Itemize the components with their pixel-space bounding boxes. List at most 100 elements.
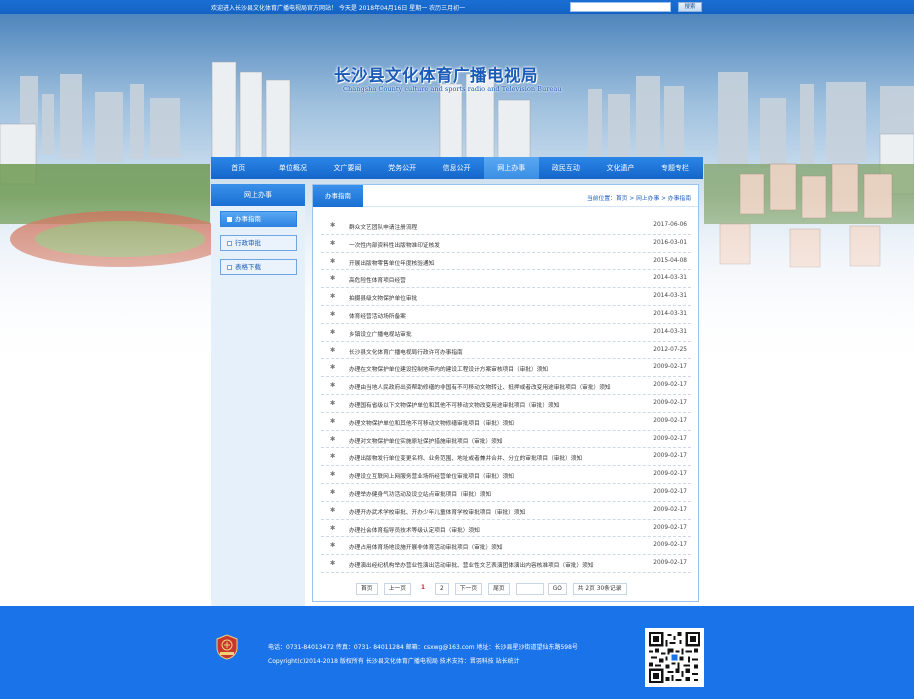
- nav-item-6[interactable]: 政民互动: [539, 157, 594, 179]
- asterisk-icon: ✱: [330, 434, 336, 443]
- nav-item-0[interactable]: 首页: [211, 157, 266, 179]
- list-item-title[interactable]: 一次性内部资料性出版物准印证核发: [349, 240, 637, 249]
- nav-item-5[interactable]: 网上办事: [483, 157, 539, 179]
- sidebar: 网上办事 办事指南 行政审批 表格下载: [211, 184, 305, 606]
- first-page-button[interactable]: 首页: [356, 582, 378, 595]
- go-button[interactable]: GO: [547, 582, 567, 595]
- list-item[interactable]: ✱ 办理在文物保护单位建设控制地带内的建设工程设计方案审核项目（审批）须知 2009…: [321, 359, 691, 378]
- list-item[interactable]: ✱ 办理举办健身气功活动及设立站点审批项目（审批）须知 2009-02-17: [321, 484, 691, 502]
- list-item[interactable]: ✱ 办理开办武术学校审批、开办少年儿童体育学校审批项目（审批）须知 2009-02-…: [321, 502, 691, 520]
- nav-item-4[interactable]: 信息公开: [429, 157, 484, 179]
- sidebar-item-label: 表格下载: [235, 263, 261, 271]
- asterisk-icon: ✱: [330, 256, 336, 265]
- square-icon: [227, 264, 232, 270]
- list-item-title[interactable]: 办理对文物保护单位实施原址保护措施审批项目（审批）须知: [349, 436, 637, 445]
- next-page-button[interactable]: 下一页: [454, 582, 483, 595]
- list-item[interactable]: ✱ 办理对文物保护单位实施原址保护措施审批项目（审批）须知 2009-02-17: [321, 431, 691, 449]
- list-item-title[interactable]: 开展出版物零售单位年度核验通知: [349, 258, 637, 267]
- welcome-text: 欢迎进入长沙县文化体育广播电视局官方网站！ 今天是 2018年04月16日 星期…: [211, 5, 466, 12]
- list-item-title[interactable]: 办理举办健身气功活动及设立站点审批项目（审批）须知: [349, 489, 637, 498]
- list-item-date: 2009-02-17: [653, 542, 687, 549]
- list-item-title[interactable]: 办理演出经纪机构举办营业性演出活动审批、营业性文艺表演团体演出内容核准项目（审批…: [349, 560, 637, 569]
- list-item[interactable]: ✱ 长沙县文化体育广播电视局行政许可办事指南 2012-07-25: [321, 342, 691, 360]
- list-item-date: 2009-02-17: [653, 364, 687, 371]
- content-header: 办事指南 当前位置：首页 > 网上办事 > 办事指南: [313, 185, 698, 207]
- asterisk-icon: ✱: [330, 505, 336, 514]
- list-item[interactable]: ✱ 群众文艺团队申请注册流程 2017-06-06: [321, 217, 691, 235]
- list-item-title[interactable]: 办理在文物保护单位建设控制地带内的建设工程设计方案审核项目（审批）须知: [349, 364, 637, 373]
- list-item-title[interactable]: 体育经营活动场所备案: [349, 311, 637, 320]
- list-item-title[interactable]: 办理由当地人民政府出资帮助修缮的非国有不可移动文物转让、抵押或者改变用途审批项目…: [349, 382, 637, 391]
- asterisk-icon: ✱: [330, 292, 336, 301]
- list-item-title[interactable]: 办理出版物发行单位变更名称、业务范围、地址或者兼并合并、分立的审批项目（审批）须…: [349, 453, 637, 462]
- prev-page-button[interactable]: 上一页: [383, 582, 412, 595]
- sidebar-item-label: 办事指南: [235, 215, 261, 223]
- asterisk-icon: ✱: [330, 523, 336, 532]
- list-item-title[interactable]: 办理设立互联网上网服务营业场所经营单位审批项目（审批）须知: [349, 471, 637, 480]
- asterisk-icon: ✱: [330, 238, 336, 247]
- site-subtitle: Changsha County culture and sports radio…: [343, 85, 562, 93]
- list-item[interactable]: ✱ 办理占用体育场地设施开展非体育活动审批项目（审批）须知 2009-02-17: [321, 537, 691, 556]
- list-item-date: 2014-03-31: [653, 328, 687, 335]
- nav-item-3[interactable]: 党务公开: [375, 157, 430, 179]
- qr-code-icon: [645, 628, 704, 687]
- list-item[interactable]: ✱ 办理社会体育指导员技术等级认定项目（审批）须知 2009-02-17: [321, 520, 691, 538]
- sidebar-item-forms[interactable]: 表格下载: [220, 259, 297, 275]
- list-item-title[interactable]: 群众文艺团队申请注册流程: [349, 222, 637, 231]
- list-item[interactable]: ✱ 办理设立互联网上网服务营业场所经营单位审批项目（审批）须知 2009-02-17: [321, 466, 691, 484]
- list-item[interactable]: ✱ 拍摄县级文物保护单位审批 2014-03-31: [321, 288, 691, 306]
- list-item[interactable]: ✱ 乡镇设立广播电视站审批 2014-03-31: [321, 324, 691, 342]
- page-1-link[interactable]: 1: [417, 582, 430, 595]
- pagination: 首页 上一页 1 2 下一页 尾页 GO 共 2页 30条记录: [356, 582, 633, 595]
- content-panel: 办事指南 当前位置：首页 > 网上办事 > 办事指南 ✱ 群众文艺团队申请注册流程…: [312, 184, 699, 602]
- list-item[interactable]: ✱ 办理国有省级以下文物保护单位和其他不可移动文物改变用途审批项目（审批）须知 20…: [321, 395, 691, 413]
- nav-item-2[interactable]: 文广要闻: [320, 157, 375, 179]
- asterisk-icon: ✱: [330, 363, 336, 372]
- list-item[interactable]: ✱ 办理由当地人民政府出资帮助修缮的非国有不可移动文物转让、抵押或者改变用途审批项…: [321, 377, 691, 395]
- list-item-title[interactable]: 办理占用体育场地设施开展非体育活动审批项目（审批）须知: [349, 542, 637, 551]
- list-item-title[interactable]: 办理国有省级以下文物保护单位和其他不可移动文物改变用途审批项目（审批）须知: [349, 400, 637, 409]
- government-emblem-icon: [216, 634, 238, 660]
- list-item-date: 2014-03-31: [653, 275, 687, 282]
- asterisk-icon: ✱: [330, 470, 336, 479]
- content-tab: 办事指南: [313, 185, 363, 207]
- list-item[interactable]: ✱ 开展出版物零售单位年度核验通知 2015-04-08: [321, 253, 691, 271]
- list-item-date: 2014-03-31: [653, 293, 687, 300]
- list-item-date: 2009-02-17: [653, 435, 687, 442]
- sidebar-item-approval[interactable]: 行政审批: [220, 235, 297, 251]
- list-item-title[interactable]: 办理开办武术学校审批、开办少年儿童体育学校审批项目（审批）须知: [349, 507, 637, 516]
- list-item[interactable]: ✱ 一次性内部资料性出版物准印证核发 2016-03-01: [321, 235, 691, 253]
- asterisk-icon: ✱: [330, 309, 336, 318]
- page-summary: 共 2页 30条记录: [572, 582, 627, 595]
- list-item-title[interactable]: 乡镇设立广播电视站审批: [349, 329, 637, 338]
- list-item-title[interactable]: 长沙县文化体育广播电视局行政许可办事指南: [349, 347, 637, 356]
- list-item-date: 2009-02-17: [653, 506, 687, 513]
- list-item[interactable]: ✱ 办理演出经纪机构举办营业性演出活动审批、营业性文艺表演团体演出内容核准项目（审…: [321, 555, 691, 573]
- list-item-date: 2009-02-17: [653, 417, 687, 424]
- breadcrumb[interactable]: 当前位置：首页 > 网上办事 > 办事指南: [587, 193, 691, 202]
- contact-info: 电话：0731-84013472 传真：0731- 84011284 邮箱：cs…: [268, 644, 578, 651]
- list-item[interactable]: ✱ 办理文物保护单位和其他不可移动文物修缮审批项目（审批）须知 2009-02-17: [321, 413, 691, 431]
- list-item-date: 2009-02-17: [653, 453, 687, 460]
- list-item[interactable]: ✱ 办理出版物发行单位变更名称、业务范围、地址或者兼并合并、分立的审批项目（审批）…: [321, 448, 691, 467]
- sidebar-item-label: 行政审批: [235, 239, 261, 247]
- list-item[interactable]: ✱ 体育经营活动场所备案 2014-03-31: [321, 306, 691, 324]
- list-item-title[interactable]: 办理文物保护单位和其他不可移动文物修缮审批项目（审批）须知: [349, 418, 637, 427]
- page-number-input[interactable]: [515, 582, 544, 595]
- search-input[interactable]: [570, 2, 671, 12]
- page-2-link[interactable]: 2: [435, 582, 449, 595]
- nav-item-8[interactable]: 专题专栏: [648, 157, 703, 179]
- nav-item-1[interactable]: 单位概况: [266, 157, 321, 179]
- list-item-title[interactable]: 高危险性体育项目经营: [349, 275, 637, 284]
- list-item-date: 2017-06-06: [653, 222, 687, 228]
- sidebar-item-guide[interactable]: 办事指南: [220, 211, 297, 227]
- nav-item-7[interactable]: 文化遗产: [593, 157, 648, 179]
- site-title: 长沙县文化体育广播电视局: [334, 66, 538, 85]
- list-item-title[interactable]: 办理社会体育指导员技术等级认定项目（审批）须知: [349, 525, 637, 534]
- search-button[interactable]: 搜索: [678, 2, 702, 12]
- last-page-button[interactable]: 尾页: [488, 582, 510, 595]
- list-item[interactable]: ✱ 高危险性体育项目经营 2014-03-31: [321, 270, 691, 289]
- footer: 电话：0731-84013472 传真：0731- 84011284 邮箱：cs…: [0, 606, 914, 699]
- asterisk-icon: ✱: [330, 487, 336, 496]
- list-item-title[interactable]: 拍摄县级文物保护单位审批: [349, 293, 637, 302]
